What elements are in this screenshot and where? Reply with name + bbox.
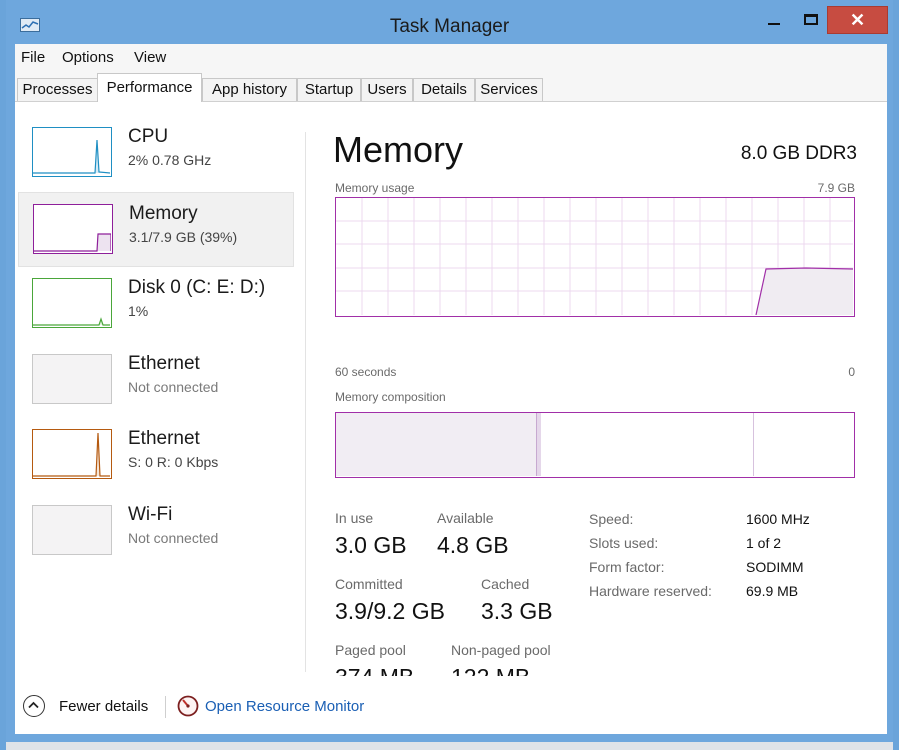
- sidebar-item-value: Not connected: [128, 379, 219, 395]
- sidebar-item-cpu[interactable]: CPU 2% 0.78 GHz: [18, 116, 294, 191]
- cached-label: Cached: [481, 576, 530, 592]
- tab-performance[interactable]: Performance: [97, 73, 202, 102]
- sidebar-item-memory[interactable]: Memory 3.1/7.9 GB (39%): [18, 192, 294, 267]
- speed-label: Speed:: [589, 511, 634, 527]
- hardware-reserved-label: Hardware reserved:: [589, 583, 712, 599]
- performance-panel: CPU 2% 0.78 GHz Memory 3.1/7.9 GB (39%) …: [15, 102, 887, 690]
- footer-separator: [165, 696, 166, 718]
- memory-composition-label: Memory composition: [335, 390, 446, 404]
- sidebar-item-value: 3.1/7.9 GB (39%): [129, 229, 238, 245]
- in-use-value: 3.0 GB: [335, 532, 407, 558]
- minimize-button[interactable]: [754, 8, 792, 34]
- resource-monitor-icon[interactable]: [177, 695, 199, 717]
- tab-processes[interactable]: Processes: [17, 78, 98, 101]
- menu-file[interactable]: File: [21, 49, 45, 66]
- disk-thumbnail-graph: [32, 278, 112, 328]
- form-factor-value: SODIMM: [746, 559, 804, 575]
- cached-value: 3.3 GB: [481, 598, 553, 624]
- maximize-icon: [804, 14, 818, 25]
- sidebar-item-label: Memory: [129, 203, 198, 224]
- chevron-up-icon: [23, 695, 45, 717]
- speed-value: 1600 MHz: [746, 511, 810, 527]
- tab-startup[interactable]: Startup: [297, 78, 361, 101]
- fewer-details-button[interactable]: Fewer details: [23, 695, 163, 721]
- composition-standby-separator: [753, 413, 754, 476]
- close-icon: ✕: [849, 10, 866, 30]
- committed-value: 3.9/9.2 GB: [335, 598, 445, 624]
- minimize-icon: [768, 23, 780, 25]
- footer-bar: Fewer details Open Resource Monitor: [15, 676, 887, 734]
- wifi-thumbnail-graph: [32, 505, 112, 555]
- fewer-details-label: Fewer details: [59, 698, 149, 715]
- paged-pool-label: Paged pool: [335, 642, 406, 658]
- desktop-background-right: [893, 0, 899, 750]
- sidebar-item-label: CPU: [128, 126, 169, 147]
- composition-in-use: [336, 413, 536, 476]
- sidebar-item-disk[interactable]: Disk 0 (C: E: D:) 1%: [18, 267, 294, 342]
- maximize-button[interactable]: [792, 8, 830, 34]
- sidebar-item-value: Not connected: [128, 530, 219, 546]
- sidebar-item-value: 2% 0.78 GHz: [128, 152, 212, 168]
- hardware-reserved-value: 69.9 MB: [746, 583, 799, 599]
- sidebar-item-wifi[interactable]: Wi-Fi Not connected: [18, 494, 294, 569]
- tab-users[interactable]: Users: [361, 78, 413, 101]
- tab-services[interactable]: Services: [475, 78, 543, 101]
- cpu-thumbnail-graph: [32, 127, 112, 177]
- memory-usage-max: 7.9 GB: [817, 181, 855, 195]
- available-label: Available: [437, 510, 494, 526]
- memory-usage-label: Memory usage: [335, 181, 415, 195]
- slots-used-label: Slots used:: [589, 535, 659, 551]
- memory-thumbnail-graph: [33, 204, 113, 254]
- composition-modified: [536, 413, 541, 476]
- form-factor-label: Form factor:: [589, 559, 665, 575]
- time-axis-end: 0: [848, 365, 855, 379]
- close-button[interactable]: ✕: [827, 6, 888, 34]
- ethernet-thumbnail-graph: [32, 429, 112, 479]
- in-use-label: In use: [335, 510, 374, 526]
- task-manager-window: Task Manager ✕ File Options View Process…: [6, 0, 893, 742]
- open-resource-monitor-link[interactable]: Open Resource Monitor: [205, 698, 364, 715]
- tab-details[interactable]: Details: [413, 78, 475, 101]
- detail-title: Memory: [333, 129, 464, 170]
- menu-bar: File Options View: [15, 44, 887, 72]
- memory-composition-bar: [335, 412, 855, 478]
- sidebar-item-label: Wi-Fi: [128, 504, 173, 525]
- sidebar-item-label: Ethernet: [128, 353, 200, 374]
- slots-used-value: 1 of 2: [746, 535, 782, 551]
- memory-usage-graph: [335, 197, 855, 317]
- sidebar-item-label: Ethernet: [128, 428, 200, 449]
- tab-strip: Processes Performance App history Startu…: [15, 72, 887, 102]
- menu-view[interactable]: View: [134, 49, 166, 66]
- sidebar-item-value: 1%: [128, 303, 149, 319]
- title-bar[interactable]: Task Manager ✕: [6, 0, 893, 44]
- detail-spec: 8.0 GB DDR3: [740, 143, 857, 164]
- panel-divider: [305, 132, 306, 672]
- tab-app-history[interactable]: App history: [202, 78, 297, 101]
- committed-label: Committed: [335, 576, 403, 592]
- available-value: 4.8 GB: [437, 532, 509, 558]
- ethernet-thumbnail-graph: [32, 354, 112, 404]
- sidebar-item-value: S: 0 R: 0 Kbps: [128, 454, 219, 470]
- menu-options[interactable]: Options: [62, 49, 114, 66]
- time-axis-start: 60 seconds: [335, 365, 397, 379]
- non-paged-pool-label: Non-paged pool: [451, 642, 551, 658]
- client-area: File Options View Processes Performance …: [15, 44, 887, 734]
- sidebar-item-label: Disk 0 (C: E: D:): [128, 277, 266, 298]
- sidebar-item-ethernet-2[interactable]: Ethernet S: 0 R: 0 Kbps: [18, 418, 294, 493]
- sidebar-item-ethernet-1[interactable]: Ethernet Not connected: [18, 343, 294, 418]
